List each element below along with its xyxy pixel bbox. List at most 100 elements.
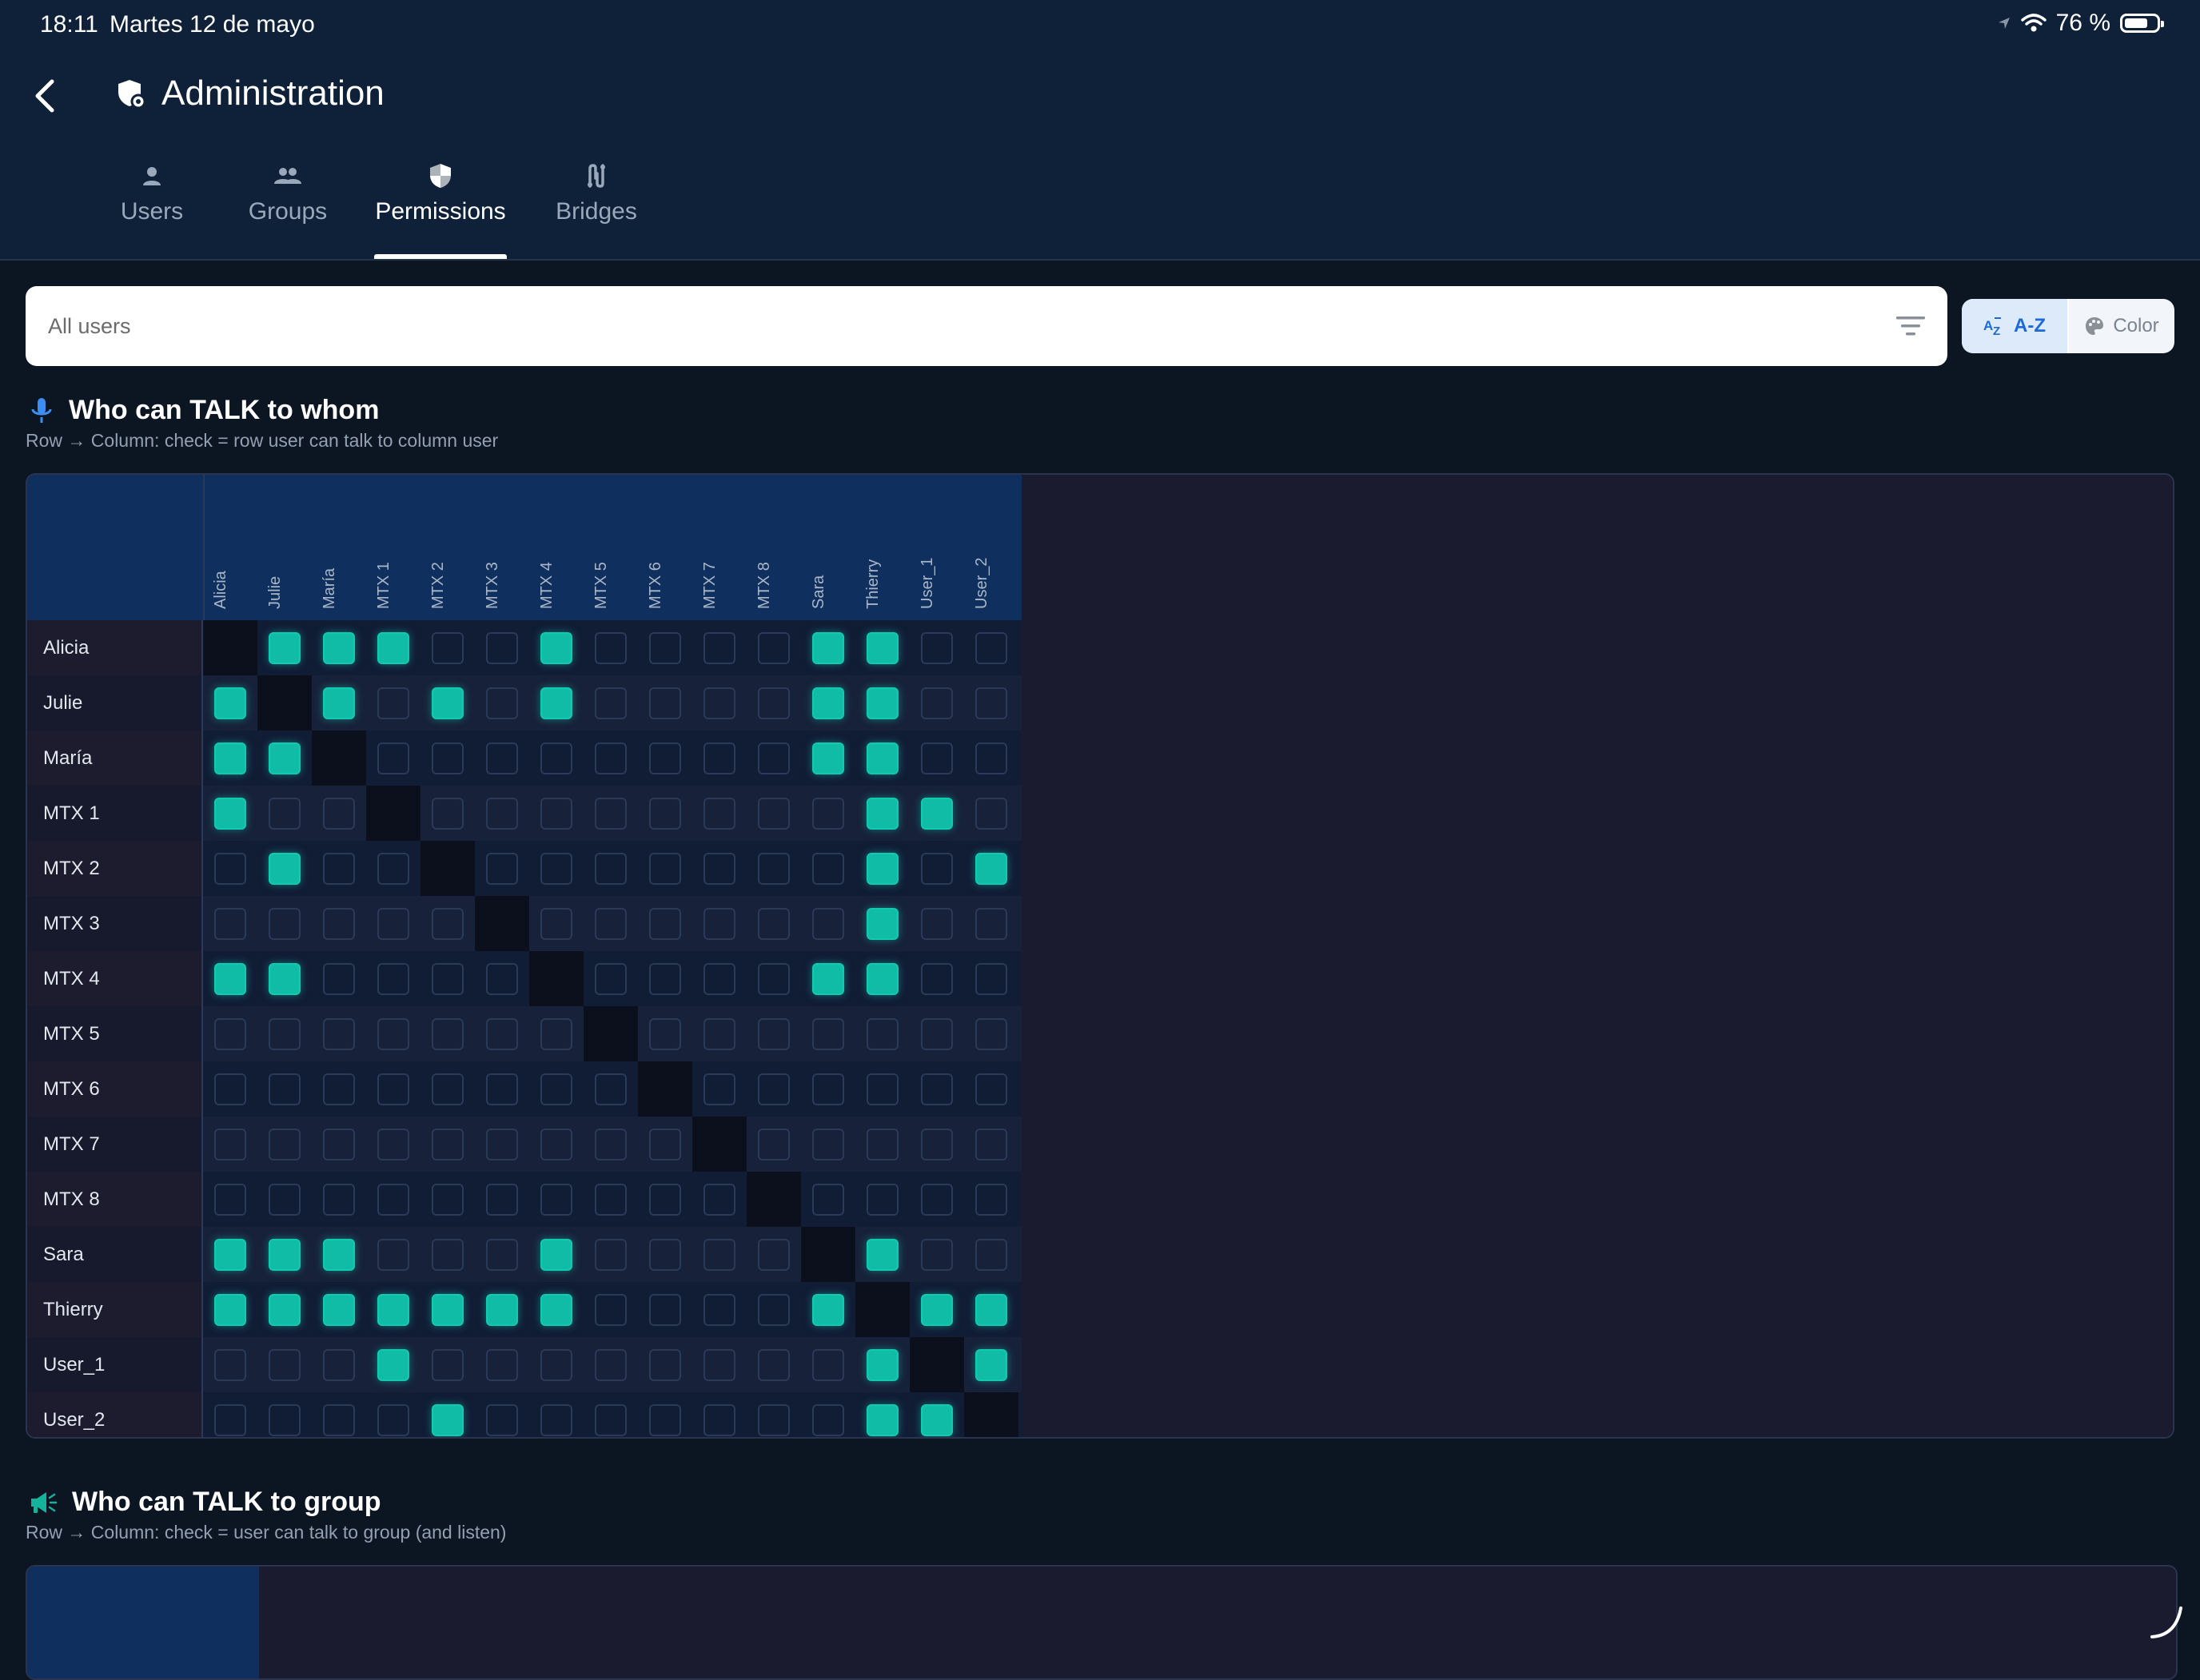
permission-checkbox[interactable] <box>486 742 518 774</box>
permission-checkbox[interactable] <box>540 907 572 940</box>
permission-checkbox[interactable] <box>269 962 301 995</box>
permission-checkbox[interactable] <box>867 797 899 830</box>
permission-checkbox[interactable] <box>540 1183 572 1216</box>
permission-checkbox[interactable] <box>867 687 899 719</box>
permission-checkbox[interactable] <box>595 1183 627 1216</box>
permission-checkbox[interactable] <box>486 1293 518 1326</box>
permission-checkbox[interactable] <box>540 1238 572 1271</box>
tab-users[interactable]: Users <box>96 160 208 259</box>
permission-checkbox[interactable] <box>975 852 1007 885</box>
permission-checkbox[interactable] <box>758 852 790 885</box>
sort-color-button[interactable]: Color <box>2069 299 2174 353</box>
permission-checkbox[interactable] <box>595 1293 627 1326</box>
permission-checkbox[interactable] <box>432 1128 464 1160</box>
permission-checkbox[interactable] <box>921 797 953 830</box>
permission-checkbox[interactable] <box>432 962 464 995</box>
permission-checkbox[interactable] <box>867 962 899 995</box>
permission-checkbox[interactable] <box>703 742 735 774</box>
permission-checkbox[interactable] <box>921 1128 953 1160</box>
permission-checkbox[interactable] <box>269 1238 301 1271</box>
permission-checkbox[interactable] <box>595 962 627 995</box>
permission-checkbox[interactable] <box>595 852 627 885</box>
permission-checkbox[interactable] <box>323 1128 355 1160</box>
permission-checkbox[interactable] <box>486 687 518 719</box>
permission-checkbox[interactable] <box>323 1183 355 1216</box>
permission-checkbox[interactable] <box>486 1403 518 1436</box>
permission-checkbox[interactable] <box>377 1073 409 1105</box>
permission-checkbox[interactable] <box>921 962 953 995</box>
permission-checkbox[interactable] <box>975 687 1007 719</box>
permission-checkbox[interactable] <box>214 1073 246 1105</box>
permission-checkbox[interactable] <box>758 1128 790 1160</box>
permission-checkbox[interactable] <box>812 797 844 830</box>
permission-checkbox[interactable] <box>486 1348 518 1381</box>
permission-checkbox[interactable] <box>758 1403 790 1436</box>
permission-checkbox[interactable] <box>540 1403 572 1436</box>
permission-checkbox[interactable] <box>812 1128 844 1160</box>
permission-checkbox[interactable] <box>432 742 464 774</box>
permission-checkbox[interactable] <box>758 907 790 940</box>
permission-checkbox[interactable] <box>758 1238 790 1271</box>
permission-checkbox[interactable] <box>649 1403 681 1436</box>
permission-checkbox[interactable] <box>269 797 301 830</box>
user-filter-field[interactable] <box>26 286 1947 366</box>
permission-checkbox[interactable] <box>758 1073 790 1105</box>
permission-checkbox[interactable] <box>921 742 953 774</box>
permission-checkbox[interactable] <box>595 742 627 774</box>
permission-checkbox[interactable] <box>486 797 518 830</box>
permission-checkbox[interactable] <box>867 1348 899 1381</box>
permission-checkbox[interactable] <box>595 631 627 664</box>
permission-checkbox[interactable] <box>540 1348 572 1381</box>
permission-checkbox[interactable] <box>377 1348 409 1381</box>
permission-checkbox[interactable] <box>758 687 790 719</box>
permission-checkbox[interactable] <box>812 1293 844 1326</box>
permission-checkbox[interactable] <box>649 631 681 664</box>
permission-checkbox[interactable] <box>323 852 355 885</box>
permission-checkbox[interactable] <box>323 1403 355 1436</box>
permission-checkbox[interactable] <box>867 1403 899 1436</box>
permission-checkbox[interactable] <box>867 852 899 885</box>
permission-checkbox[interactable] <box>540 797 572 830</box>
permission-checkbox[interactable] <box>975 742 1007 774</box>
permission-checkbox[interactable] <box>214 1403 246 1436</box>
permission-checkbox[interactable] <box>812 687 844 719</box>
permission-checkbox[interactable] <box>377 742 409 774</box>
permission-checkbox[interactable] <box>432 687 464 719</box>
permission-checkbox[interactable] <box>975 962 1007 995</box>
permission-checkbox[interactable] <box>269 742 301 774</box>
permission-checkbox[interactable] <box>703 1403 735 1436</box>
permission-checkbox[interactable] <box>595 797 627 830</box>
permission-checkbox[interactable] <box>703 1183 735 1216</box>
permission-checkbox[interactable] <box>812 852 844 885</box>
tab-permissions[interactable]: Permissions <box>374 160 507 259</box>
permission-checkbox[interactable] <box>812 631 844 664</box>
permission-checkbox[interactable] <box>377 1128 409 1160</box>
permission-checkbox[interactable] <box>323 907 355 940</box>
permission-checkbox[interactable] <box>540 1128 572 1160</box>
sort-az-button[interactable]: A Z A-Z <box>1962 299 2067 353</box>
permission-checkbox[interactable] <box>595 687 627 719</box>
tab-groups[interactable]: Groups <box>230 160 345 259</box>
permission-checkbox[interactable] <box>703 907 735 940</box>
permission-checkbox[interactable] <box>649 1238 681 1271</box>
permission-checkbox[interactable] <box>486 962 518 995</box>
permission-checkbox[interactable] <box>377 852 409 885</box>
permission-checkbox[interactable] <box>867 907 899 940</box>
permission-checkbox[interactable] <box>703 962 735 995</box>
permission-checkbox[interactable] <box>758 797 790 830</box>
permission-checkbox[interactable] <box>377 1017 409 1050</box>
permission-checkbox[interactable] <box>432 1403 464 1436</box>
permission-checkbox[interactable] <box>758 631 790 664</box>
permission-checkbox[interactable] <box>649 852 681 885</box>
permission-checkbox[interactable] <box>649 1017 681 1050</box>
permission-checkbox[interactable] <box>921 1073 953 1105</box>
permission-checkbox[interactable] <box>377 631 409 664</box>
permission-checkbox[interactable] <box>758 742 790 774</box>
permission-checkbox[interactable] <box>812 742 844 774</box>
permission-checkbox[interactable] <box>377 962 409 995</box>
permission-checkbox[interactable] <box>595 1403 627 1436</box>
permission-checkbox[interactable] <box>540 1073 572 1105</box>
permission-checkbox[interactable] <box>703 852 735 885</box>
permission-checkbox[interactable] <box>649 962 681 995</box>
filter-icon[interactable] <box>1895 314 1927 338</box>
